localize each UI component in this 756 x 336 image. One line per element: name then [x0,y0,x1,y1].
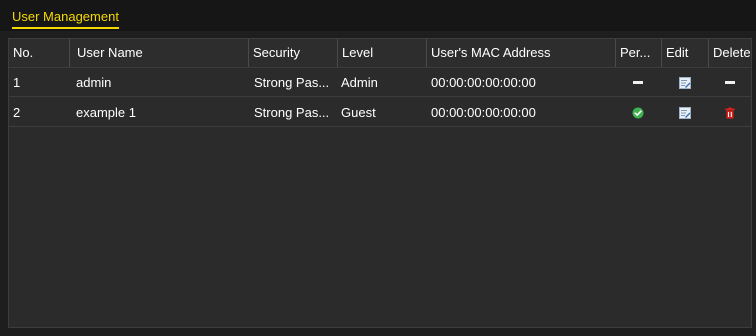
cell-level: Admin [341,75,378,90]
cell-no: 1 [13,75,21,90]
cell-no: 2 [13,105,21,120]
tab-user-management[interactable]: User Management [12,9,119,29]
dash-icon [724,81,735,84]
permission-cell[interactable] [615,98,661,127]
cell-mac-address: 00:00:00:00:00:00 [431,105,536,120]
edit-icon[interactable] [678,106,691,119]
table-row[interactable]: 1 admin Strong Pas... Admin 00:00:00:00:… [9,68,751,97]
header-edit[interactable]: Edit [661,39,708,67]
edit-cell[interactable] [661,98,708,127]
permission-cell [615,68,661,97]
cell-security: Strong Pas... [254,75,330,90]
dash-icon [633,81,643,84]
trash-icon[interactable] [724,107,736,119]
edit-cell[interactable] [661,68,708,97]
delete-cell [708,68,751,97]
edit-icon[interactable] [678,76,691,89]
cell-level: Guest [341,105,376,120]
check-icon[interactable] [632,107,644,119]
tab-bar: User Management [0,0,756,31]
header-user-name[interactable]: User Name [69,39,247,67]
header-delete[interactable]: Delete [708,39,751,67]
header-security[interactable]: Security [248,39,336,67]
cell-mac-address: 00:00:00:00:00:00 [431,75,536,90]
user-table: No. User Name Security Level User's MAC … [8,38,752,328]
header-no[interactable]: No. [9,39,65,67]
user-management-window: User Management No. User Name Security L… [0,0,756,336]
header-permission[interactable]: Per... [615,39,661,67]
cell-user-name: admin [76,75,112,90]
table-row[interactable]: 2 example 1 Strong Pas... Guest 00:00:00… [9,98,751,127]
header-level[interactable]: Level [337,39,427,67]
table-header: No. User Name Security Level User's MAC … [9,39,751,68]
header-mac-address[interactable]: User's MAC Address [426,39,612,67]
cell-security: Strong Pas... [254,105,330,120]
cell-user-name: example 1 [76,105,136,120]
delete-cell[interactable] [708,98,751,127]
